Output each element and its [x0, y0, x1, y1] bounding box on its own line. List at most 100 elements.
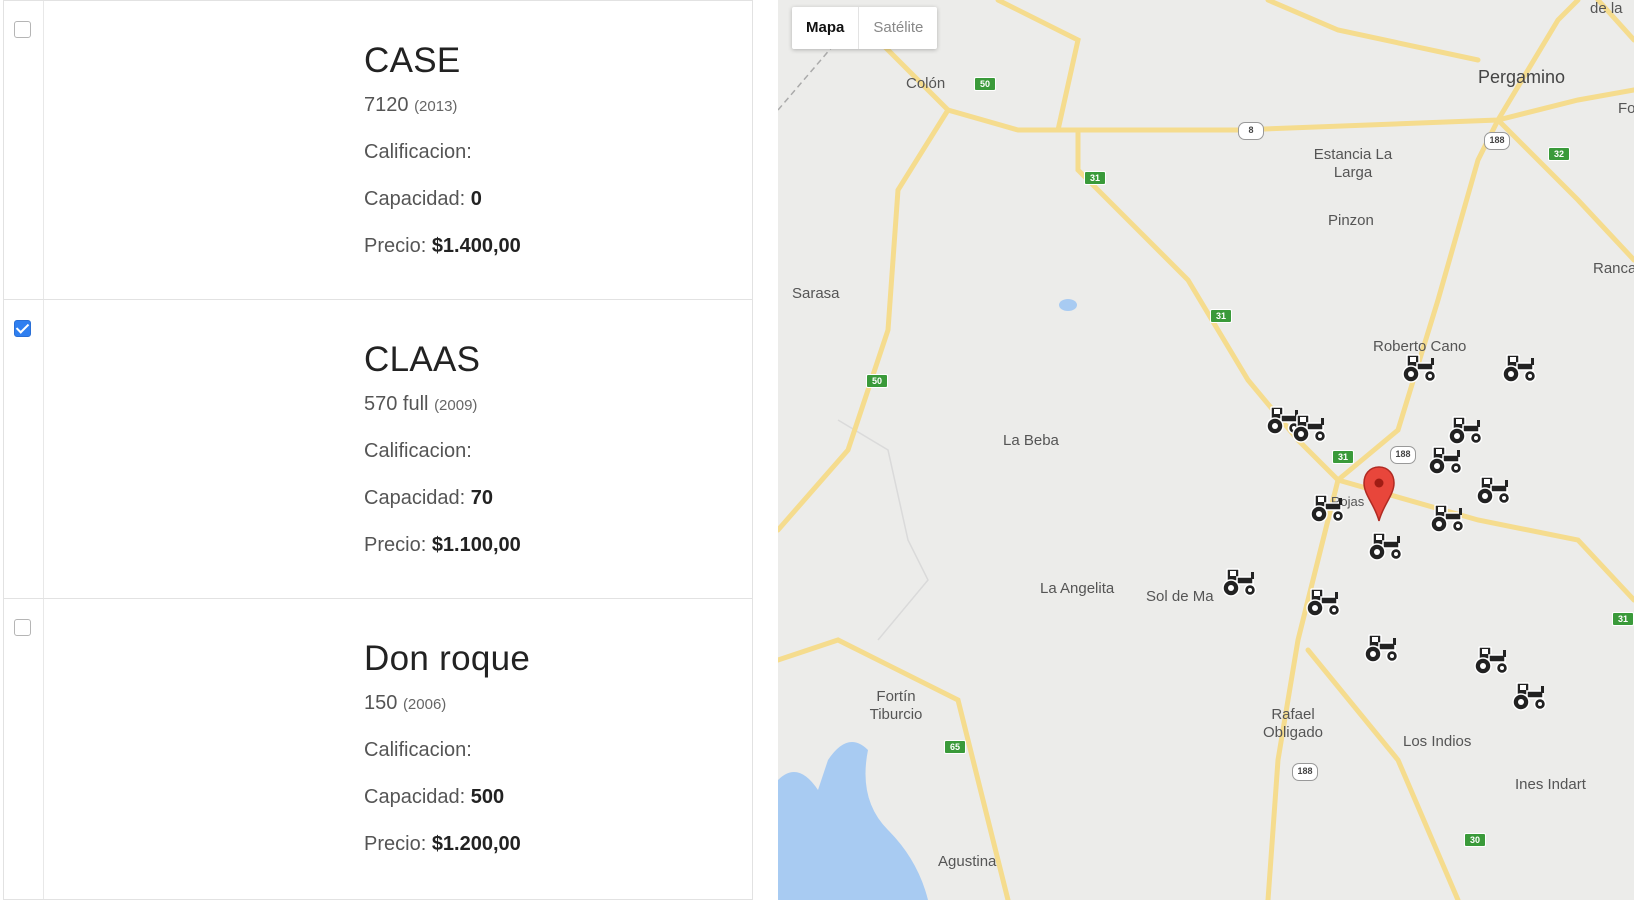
- price-label: Precio:: [364, 235, 427, 257]
- listing-brand: Don roque: [364, 639, 531, 678]
- map-type-control: Mapa Satélite: [792, 7, 938, 49]
- listing-info: Don roque 150 (2006) Calificacion: Capac…: [364, 639, 530, 856]
- listing-panel: CASE 7120 (2013) Calificacion: Capacidad…: [0, 0, 755, 900]
- pond-water: [1059, 299, 1077, 311]
- tractor-icon[interactable]: [1446, 414, 1486, 446]
- route-shield: 50: [866, 374, 888, 388]
- price-row: Precio: $1.400,00: [364, 235, 521, 258]
- capacity-value: 70: [470, 487, 493, 509]
- tractor-icon[interactable]: [1308, 492, 1348, 524]
- place-label: Pinzon: [1328, 212, 1374, 229]
- rating-label: Calificacion:: [364, 141, 472, 163]
- map-view[interactable]: Mapa Satélite Colón Pergamino Estancia L…: [778, 0, 1634, 900]
- rating-row: Calificacion:: [364, 739, 530, 762]
- route-shield: 188: [1484, 132, 1510, 150]
- checkbox-cell: [4, 300, 44, 598]
- listing-checkbox[interactable]: [14, 21, 31, 38]
- place-label: La Angelita: [1040, 580, 1115, 597]
- place-label: Pergamino: [1478, 67, 1566, 87]
- route-shield: 65: [944, 740, 966, 754]
- map-type-map-button[interactable]: Mapa: [792, 7, 858, 49]
- place-label: Agustina: [938, 853, 997, 870]
- place-label: Ines Indart: [1515, 776, 1586, 793]
- route-shield: 32: [1548, 147, 1570, 161]
- place-label: Fo: [1618, 100, 1634, 117]
- capacity-label: Capacidad:: [364, 188, 466, 210]
- capacity-label: Capacidad:: [364, 786, 466, 808]
- rating-row: Calificacion:: [364, 440, 521, 463]
- tractor-icon[interactable]: [1400, 352, 1440, 384]
- tractor-icon[interactable]: [1362, 632, 1402, 664]
- listing-card[interactable]: CASE 7120 (2013) Calificacion: Capacidad…: [3, 0, 753, 300]
- route-shield: 8: [1238, 122, 1264, 140]
- route-shield: 31: [1612, 612, 1634, 626]
- model-name: 570 full: [364, 393, 429, 415]
- capacity-label: Capacidad:: [364, 487, 466, 509]
- listing-model: 7120 (2013): [364, 94, 521, 117]
- tractor-icon[interactable]: [1510, 680, 1550, 712]
- capacity-value: 0: [470, 188, 482, 210]
- place-label: Los Indios: [1403, 733, 1472, 750]
- tractor-icon[interactable]: [1304, 586, 1344, 618]
- app-root: CASE 7120 (2013) Calificacion: Capacidad…: [0, 0, 1634, 900]
- tractor-icon[interactable]: [1220, 566, 1260, 598]
- route-shield: 188: [1292, 763, 1318, 781]
- route-shield: 188: [1390, 446, 1416, 464]
- rating-label: Calificacion:: [364, 440, 472, 462]
- model-name: 150: [364, 692, 398, 714]
- rating-row: Calificacion:: [364, 141, 521, 164]
- listing-brand: CASE: [364, 41, 461, 80]
- route-shield: 50: [974, 77, 996, 91]
- listing-card[interactable]: CLAAS 570 full (2009) Calificacion: Capa…: [3, 299, 753, 599]
- listing-model: 150 (2006): [364, 692, 530, 715]
- lagoon-water: [778, 742, 928, 900]
- price-value: $1.200,00: [431, 833, 521, 855]
- model-year: (2006): [402, 696, 447, 713]
- listing-card[interactable]: Don roque 150 (2006) Calificacion: Capac…: [3, 598, 753, 900]
- listing-model: 570 full (2009): [364, 393, 521, 416]
- place-label: Fortín Tiburcio: [869, 688, 923, 723]
- model-year: (2013): [414, 98, 458, 115]
- checkbox-cell: [4, 599, 44, 899]
- price-value: $1.100,00: [431, 534, 521, 556]
- capacity-value: 500: [470, 786, 505, 808]
- tractor-icon[interactable]: [1290, 412, 1330, 444]
- route-shield: 31: [1332, 450, 1354, 464]
- place-label: Estancia La Larga: [1313, 146, 1393, 181]
- place-label: Sarasa: [792, 285, 840, 302]
- place-label: La Beba: [1003, 432, 1059, 449]
- boundary-line: [778, 39, 839, 111]
- price-row: Precio: $1.100,00: [364, 534, 521, 557]
- boundary-line: [837, 419, 929, 641]
- listing-checkbox[interactable]: [14, 619, 31, 636]
- listing-brand: CLAAS: [364, 340, 481, 379]
- capacity-row: Capacidad: 70: [364, 487, 521, 510]
- map-pin-icon[interactable]: [1362, 465, 1396, 523]
- price-value: $1.400,00: [431, 235, 521, 257]
- listing-info: CASE 7120 (2013) Calificacion: Capacidad…: [364, 41, 521, 258]
- tractor-icon[interactable]: [1428, 502, 1468, 534]
- model-year: (2009): [434, 397, 478, 414]
- place-label: de la: [1590, 0, 1623, 17]
- place-label: Sol de Ma: [1146, 588, 1214, 605]
- tractor-icon[interactable]: [1366, 530, 1406, 562]
- place-label: Colón: [906, 75, 946, 92]
- map-type-satellite-button[interactable]: Satélite: [858, 7, 937, 49]
- tractor-icon[interactable]: [1500, 352, 1540, 384]
- price-label: Precio:: [364, 833, 427, 855]
- rating-label: Calificacion:: [364, 739, 472, 761]
- price-row: Precio: $1.200,00: [364, 833, 530, 856]
- tractor-icon[interactable]: [1426, 444, 1466, 476]
- route-shield: 30: [1464, 833, 1486, 847]
- listing-info: CLAAS 570 full (2009) Calificacion: Capa…: [364, 340, 521, 557]
- listing-checkbox[interactable]: [14, 320, 31, 337]
- route-shield: 31: [1210, 309, 1232, 323]
- tractor-icon[interactable]: [1472, 644, 1512, 676]
- tractor-icon[interactable]: [1474, 474, 1514, 506]
- place-label: Rancag: [1593, 260, 1634, 277]
- place-label: Rafael Obligado: [1262, 706, 1324, 741]
- capacity-row: Capacidad: 0: [364, 188, 521, 211]
- price-label: Precio:: [364, 534, 427, 556]
- route-shield: 31: [1084, 171, 1106, 185]
- checkbox-cell: [4, 1, 44, 299]
